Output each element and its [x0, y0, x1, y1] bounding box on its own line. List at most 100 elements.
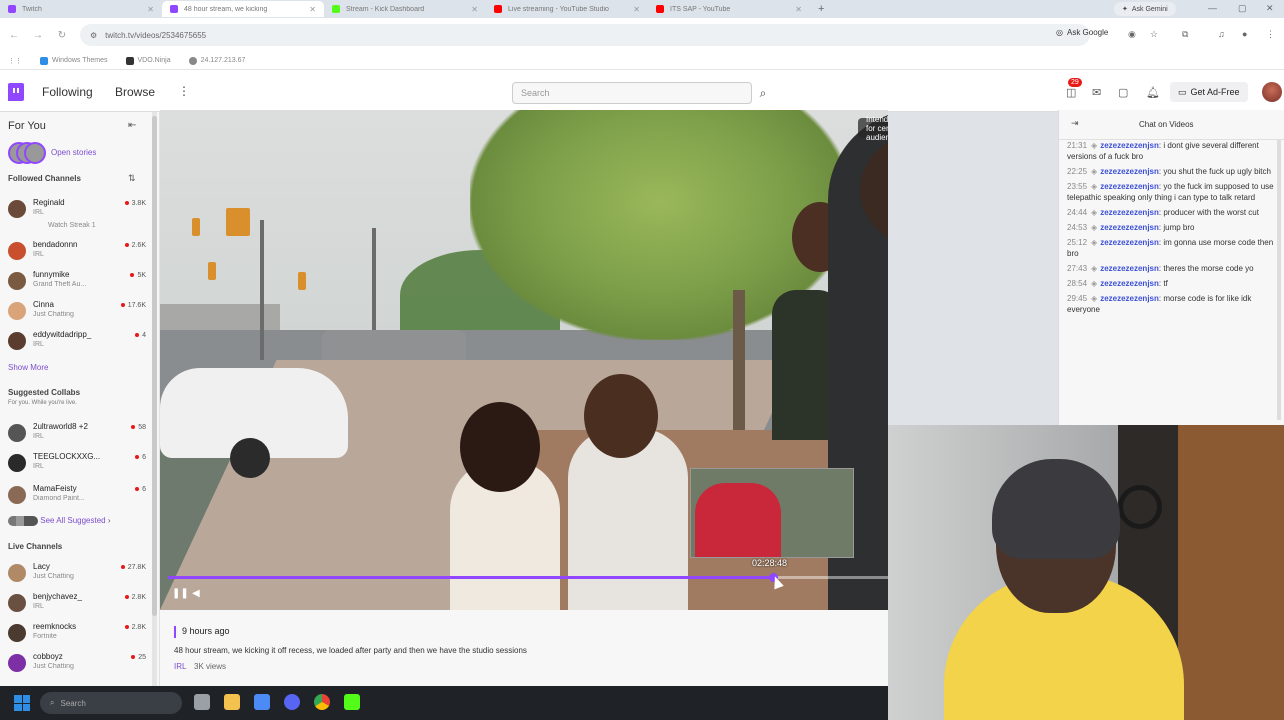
suggested-channel-item[interactable]: MamaFeisty Diamond Paint... 6 — [6, 484, 154, 508]
followed-channel-item[interactable]: funnymike Grand Theft Au... 5K — [6, 270, 154, 294]
chat-message[interactable]: 23:55 ◈ zezezezezenjsn: yo the fuck im sup… — [1067, 181, 1279, 203]
open-stories-link[interactable]: Open stories — [51, 148, 96, 157]
notifications-bell-icon[interactable]: 🔔︎ — [1146, 86, 1160, 99]
apps-grid-icon[interactable]: ⋮⋮ — [8, 57, 22, 65]
followed-channel-item[interactable]: eddywitdadripp_ IRL 4 — [6, 330, 154, 354]
forward-icon[interactable]: → — [26, 30, 50, 41]
message-username[interactable]: zezezezezenjsn — [1100, 294, 1159, 303]
close-tab-icon[interactable]: ✕ — [309, 5, 316, 14]
close-tab-icon[interactable]: ✕ — [471, 5, 478, 14]
windows-start-icon[interactable] — [14, 695, 30, 711]
live-channel-item[interactable]: Lacy Just Chatting 27.8K — [6, 562, 154, 586]
chat-scrollbar[interactable] — [1277, 140, 1281, 420]
audience-warning-pill[interactable]: Intended for certain audiences⌄ — [858, 115, 888, 142]
video-title: 48 hour stream, we kicking it off recess… — [174, 646, 527, 655]
chat-message[interactable]: 29:45 ◈ zezezezezenjsn: morse code is for … — [1067, 293, 1279, 315]
more-menu-icon[interactable]: ⋮ — [178, 84, 190, 98]
kick-app-icon[interactable] — [344, 694, 360, 710]
chat-message[interactable]: 22:25 ◈ zezezezezenjsn: you shut the fuck … — [1067, 166, 1279, 177]
back-icon[interactable]: ← — [2, 30, 26, 41]
extensions-icon[interactable]: ⧉ — [1182, 29, 1188, 40]
whispers-icon[interactable]: ✉ — [1092, 86, 1101, 99]
show-more-link[interactable]: Show More — [8, 363, 48, 372]
store-icon[interactable] — [254, 694, 270, 710]
close-tab-icon[interactable]: ✕ — [147, 5, 154, 14]
chat-message[interactable]: 27:43 ◈ zezezezezenjsn: theres the morse c… — [1067, 263, 1279, 274]
live-channel-item[interactable]: reemknocks Fortnite 2.8K — [6, 622, 154, 646]
see-all-suggested-link[interactable]: See All Suggested › — [8, 516, 148, 530]
message-username[interactable]: zezezezezenjsn — [1100, 141, 1159, 150]
task-view-icon[interactable] — [194, 694, 210, 710]
bookmark-item[interactable]: Windows Themes — [40, 56, 108, 65]
discord-icon[interactable] — [284, 694, 300, 710]
chat-message[interactable]: 24:44 ◈ zezezezezenjsn: producer with the … — [1067, 207, 1279, 218]
bookmark-star-icon[interactable]: ☆ — [1150, 29, 1158, 40]
collapse-sidebar-icon[interactable]: ⇤ — [128, 120, 136, 131]
live-channel-item[interactable]: cobboyz Just Chatting 25 — [6, 652, 154, 676]
browser-tab-active[interactable]: 48 hour stream, we kicking ✕ — [162, 1, 324, 17]
message-username[interactable]: zezezezezenjsn — [1100, 279, 1159, 288]
message-username[interactable]: zezezezezenjsn — [1100, 208, 1159, 217]
taskbar-search-input[interactable]: ⌕ Search — [40, 692, 182, 714]
chrome-icon[interactable] — [314, 694, 330, 710]
stories-avatars[interactable] — [8, 142, 48, 164]
collapse-chat-icon[interactable]: ⇥ — [1071, 118, 1079, 129]
browser-tab[interactable]: Live streaming - YouTube Studio ✕ — [486, 1, 648, 17]
sidebar-scrollbar[interactable] — [152, 112, 157, 686]
nav-browse[interactable]: Browse — [115, 85, 155, 99]
chat-message[interactable]: 25:12 ◈ zezezezezenjsn: im gonna use morse… — [1067, 237, 1279, 259]
channel-name: 2ultraworld8 +2 — [33, 422, 88, 431]
message-username[interactable]: zezezezezenjsn — [1100, 238, 1159, 247]
nav-following[interactable]: Following — [42, 85, 93, 99]
maximize-icon[interactable]: ▢ — [1238, 3, 1247, 14]
url-bar[interactable]: ⚙ twitch.tv/videos/2534675655 — [80, 24, 1090, 46]
file-explorer-icon[interactable] — [224, 694, 240, 710]
browser-tab[interactable]: Twitch ✕ — [0, 1, 162, 17]
profile-icon[interactable]: ● — [1242, 29, 1247, 39]
site-info-icon[interactable]: ⚙ — [90, 31, 97, 40]
bookmark-item[interactable]: 24.127.213.67 — [188, 56, 245, 65]
search-input[interactable]: Search — [512, 82, 752, 104]
minimize-icon[interactable]: — — [1208, 3, 1217, 13]
suggested-collabs-subtitle: For you. While you're live. — [8, 400, 77, 406]
close-tab-icon[interactable]: ✕ — [795, 5, 802, 14]
message-username[interactable]: zezezezezenjsn — [1100, 167, 1159, 176]
bookmark-item[interactable]: VDO.Ninja — [125, 56, 171, 65]
suggested-channel-item[interactable]: TEEGLOCKXXG... IRL 6 — [6, 452, 154, 476]
new-tab-button[interactable]: + — [810, 3, 832, 15]
browser-menu-icon[interactable]: ⋮ — [1266, 29, 1275, 40]
followed-channel-item[interactable]: bendadonnn IRL 2.6K — [6, 240, 154, 264]
suggested-avatars-stack — [8, 516, 38, 526]
channel-category: Just Chatting — [33, 663, 74, 670]
live-channel-item[interactable]: benjychavez_ IRL 2.8K — [6, 592, 154, 616]
pause-icon[interactable]: ❚❚ — [172, 588, 189, 599]
message-username[interactable]: zezezezezenjsn — [1100, 223, 1159, 232]
ask-google-button[interactable]: ◎ Ask Google — [1050, 24, 1114, 40]
followed-channel-item[interactable]: Cinna Just Chatting 17.6K — [6, 300, 154, 324]
prime-loot-icon[interactable]: ◫ — [1066, 86, 1076, 99]
video-player[interactable]: Intended for certain audiences⌄ 02:28:48… — [160, 110, 888, 610]
suggested-channel-item[interactable]: 2ultraworld8 +2 IRL 58 — [6, 422, 154, 446]
close-window-icon[interactable]: ✕ — [1266, 3, 1274, 14]
ask-gemini-button[interactable]: ✦ Ask Gemini — [1114, 2, 1176, 16]
sort-icon[interactable]: ⇅ — [128, 173, 136, 184]
get-ad-free-button[interactable]: ▭ Get Ad-Free — [1170, 82, 1248, 102]
followed-channel-item[interactable]: Reginald IRL 3.8K — [6, 198, 154, 222]
browser-tab[interactable]: Stream - Kick Dashboard ✕ — [324, 1, 486, 17]
browser-tab[interactable]: ITS SAP - YouTube ✕ — [648, 1, 810, 17]
video-category-link[interactable]: IRL — [174, 662, 186, 671]
search-icon[interactable]: ⌕ — [752, 82, 774, 104]
volume-icon[interactable]: ◀ — [192, 588, 200, 599]
message-username[interactable]: zezezezezenjsn — [1100, 182, 1159, 191]
close-tab-icon[interactable]: ✕ — [633, 5, 640, 14]
media-icon[interactable]: ♫ — [1218, 29, 1225, 39]
chat-message[interactable]: 28:54 ◈ zezezezezenjsn: tf — [1067, 278, 1279, 289]
screen-share-icon[interactable]: ◉ — [1128, 29, 1136, 40]
reload-icon[interactable]: ↻ — [50, 30, 74, 41]
chat-message[interactable]: 21:31 ◈ zezezezezenjsn: i dont give severa… — [1067, 140, 1279, 162]
chat-message[interactable]: 24:53 ◈ zezezezezenjsn: jump bro — [1067, 222, 1279, 233]
message-username[interactable]: zezezezezenjsn — [1100, 264, 1159, 273]
user-avatar[interactable] — [1262, 82, 1282, 102]
activity-feed-icon[interactable]: ▢ — [1118, 86, 1128, 99]
twitch-logo-icon[interactable] — [8, 83, 24, 101]
